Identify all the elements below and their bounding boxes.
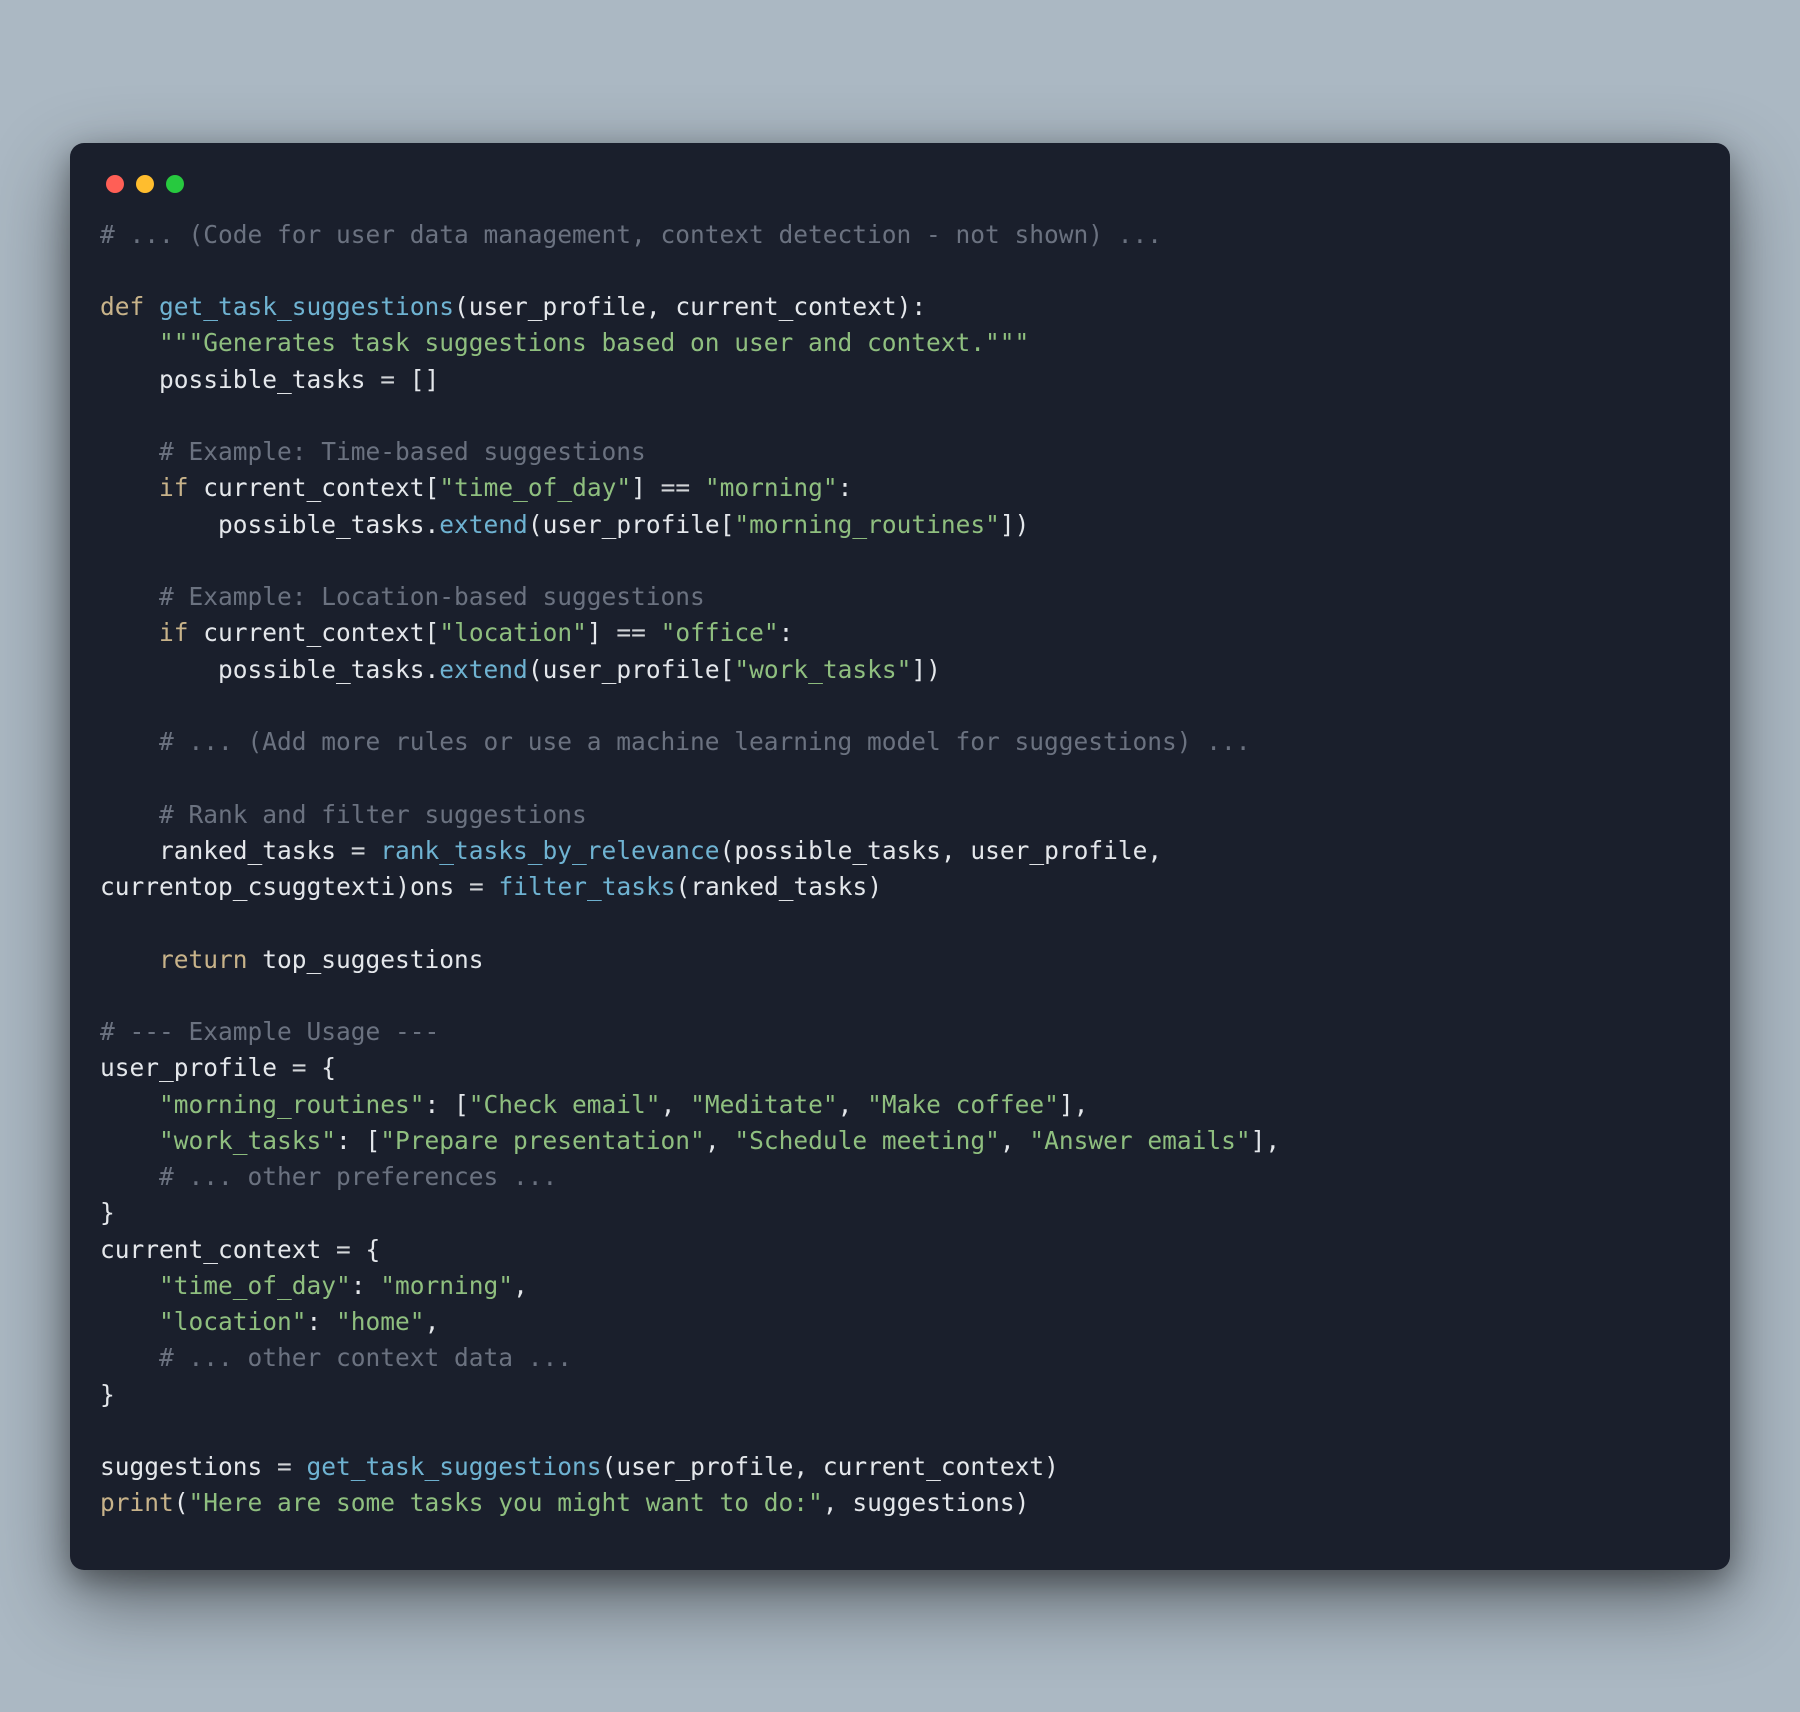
code-line: user_profile = { [100, 1053, 336, 1082]
code-line: print("Here are some tasks you might wan… [100, 1488, 1029, 1517]
zoom-icon[interactable] [166, 175, 184, 193]
code-line: return top_suggestions [100, 945, 484, 974]
code-line: # ... other context data ... [100, 1343, 572, 1372]
code-line: def get_task_suggestions(user_profile, c… [100, 292, 926, 321]
code-line: """Generates task suggestions based on u… [100, 328, 1029, 357]
close-icon[interactable] [106, 175, 124, 193]
code-window: # ... (Code for user data management, co… [70, 143, 1730, 1570]
code-line: # Example: Location-based suggestions [100, 582, 705, 611]
window-titlebar [100, 175, 1700, 217]
code-line: "location": "home", [100, 1307, 439, 1336]
code-line: if current_context["time_of_day"] == "mo… [100, 473, 852, 502]
code-line: # ... (Add more rules or use a machine l… [100, 727, 1251, 756]
code-line: currentop_csuggtexti)ons = filter_tasks(… [100, 872, 882, 901]
code-line: "time_of_day": "morning", [100, 1271, 528, 1300]
code-line: possible_tasks = [] [100, 365, 439, 394]
code-line: "morning_routines": ["Check email", "Med… [100, 1090, 1088, 1119]
code-line: ranked_tasks = rank_tasks_by_relevance(p… [100, 836, 1177, 865]
code-line: # --- Example Usage --- [100, 1017, 439, 1046]
code-line: } [100, 1198, 115, 1227]
code-editor[interactable]: # ... (Code for user data management, co… [100, 217, 1700, 1522]
minimize-icon[interactable] [136, 175, 154, 193]
code-line: current_context = { [100, 1235, 380, 1264]
code-line: } [100, 1380, 115, 1409]
code-line: # ... (Code for user data management, co… [100, 220, 1162, 249]
code-line: # Example: Time-based suggestions [100, 437, 646, 466]
code-line: suggestions = get_task_suggestions(user_… [100, 1452, 1059, 1481]
code-line: possible_tasks.extend(user_profile["work… [100, 655, 941, 684]
code-line: # ... other preferences ... [100, 1162, 557, 1191]
code-line: "work_tasks": ["Prepare presentation", "… [100, 1126, 1280, 1155]
code-line: # Rank and filter suggestions [100, 800, 587, 829]
code-line: possible_tasks.extend(user_profile["morn… [100, 510, 1029, 539]
code-line: if current_context["location"] == "offic… [100, 618, 793, 647]
